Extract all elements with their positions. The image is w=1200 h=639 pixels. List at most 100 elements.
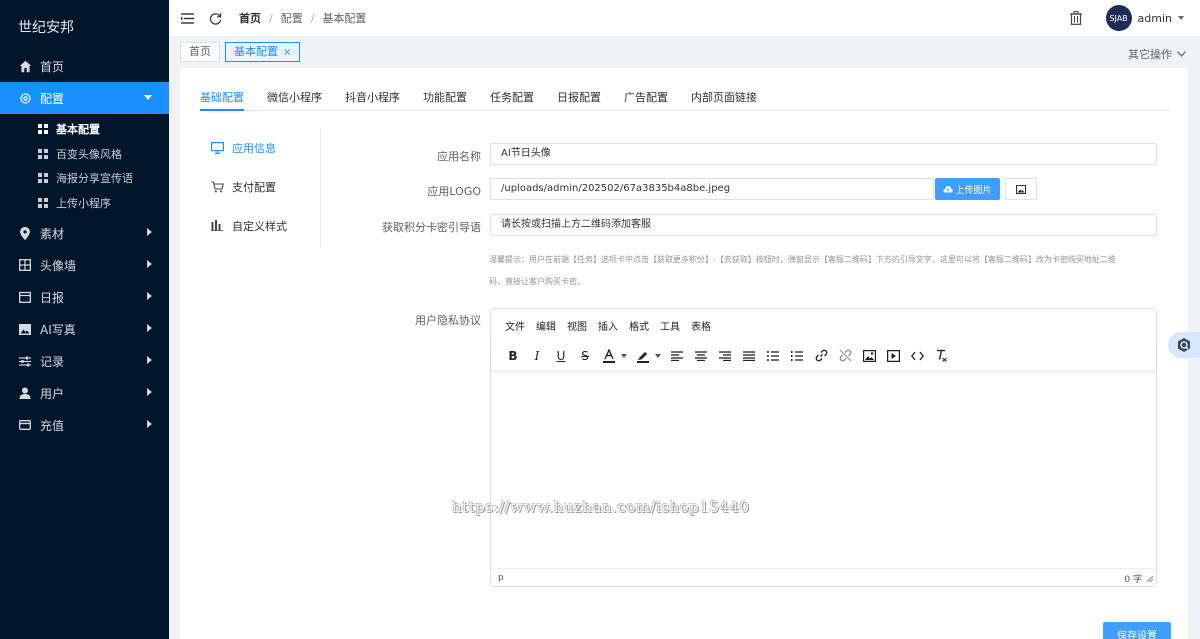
logo-path-input[interactable]: /uploads/admin/202502/67a3835b4a8be.jpeg [490,178,934,200]
tip-text-line2: 码，直接让客户购买卡密。 [489,277,585,286]
upload-image-button[interactable]: 上传图片 [935,178,1000,200]
rich-text-editor: 文件 编辑 视图 插入 格式 工具 表格 B I U S p 0 字 [490,308,1157,587]
sidebar-item-label: 配置 [40,91,65,106]
sidebar-item-label: 日报 [40,290,65,305]
sidebar-subitem-avatar-style[interactable]: 百变头像风格 [0,142,169,167]
chevron-down-icon[interactable] [655,353,661,358]
breadcrumb-home[interactable]: 首页 [239,10,261,26]
word-count: 0 字 [1124,575,1142,585]
link-icon[interactable] [811,346,831,366]
guide-text-label: 获取积分卡密引导语 [382,221,481,234]
tab-features[interactable]: 功能配置 [423,85,467,111]
sidenav-app-info[interactable]: 应用信息 [200,128,320,167]
underline-icon[interactable]: U [551,346,571,366]
menu-toggle-icon[interactable] [179,10,195,26]
floating-assistant-button[interactable] [1168,332,1200,358]
sidenav-custom-style[interactable]: 自定义样式 [200,206,320,245]
brand-title: 世纪安邦 [18,20,74,36]
grid-icon [38,173,48,184]
app-name-input[interactable]: AI节日头像 [490,143,1157,165]
sidebar-item-avatar-wall[interactable]: 头像墙 [0,249,169,281]
strikethrough-icon[interactable]: S [575,346,595,366]
text-color-icon[interactable] [599,346,619,366]
chevron-down-icon[interactable] [621,353,627,358]
sidebar-subitem-basic-config[interactable]: 基本配置 [0,117,169,142]
sidebar-item-users[interactable]: 用户 [0,377,169,409]
tab-basic[interactable]: 基础配置 [200,85,244,111]
tag-home[interactable]: 首页 [180,42,220,62]
sidebar-item-label: 记录 [40,354,65,369]
editor-menu-insert[interactable]: 插入 [598,318,618,333]
chevron-right-icon [147,260,152,268]
watermark-text: https://www.huzhan.com/ishop15440 [452,498,750,516]
sidebar-item-label: 充值 [40,418,65,433]
breadcrumb-current: 基本配置 [322,12,367,25]
align-justify-icon[interactable] [739,346,759,366]
sidenav-label: 支付配置 [232,180,276,194]
card-icon [18,418,32,432]
save-settings-button[interactable]: 保存设置 [1103,622,1171,639]
top-header: 首页 / 配置 / 基本配置 SJAB admin [169,0,1200,36]
sidebar-item-label: AI写真 [40,322,76,337]
editor-content-area[interactable] [491,371,1156,567]
chevron-down-icon [1177,51,1186,57]
tab-tasks[interactable]: 任务配置 [490,85,534,111]
editor-menu-view[interactable]: 视图 [567,318,587,333]
sidebar-subitem-label: 基本配置 [56,123,100,137]
editor-menu-edit[interactable]: 编辑 [536,318,556,333]
close-icon[interactable]: × [283,47,291,58]
tab-ads[interactable]: 广告配置 [624,85,668,111]
sidebar-subitem-upload-miniapp[interactable]: 上传小程序 [0,191,169,216]
tab-internal-links[interactable]: 内部页面链接 [691,85,757,111]
tab-wechat-miniapp[interactable]: 微信小程序 [267,85,322,111]
bullet-list-icon[interactable] [763,346,783,366]
chevron-right-icon [147,356,152,364]
sidebar-item-home[interactable]: 首页 [0,50,169,82]
sidebar-item-recharge[interactable]: 充值 [0,409,169,441]
tag-basic-config[interactable]: 基本配置 × [225,42,301,62]
image-icon [18,322,32,336]
sidebar-item-config[interactable]: 配置 [0,82,169,114]
unlink-icon[interactable] [835,346,855,366]
guide-text-input[interactable]: 请长按或扫描上方二维码添加客服 [490,214,1157,236]
breadcrumb-config[interactable]: 配置 [281,10,303,26]
bold-icon[interactable]: B [503,346,523,366]
resize-handle-icon[interactable] [1146,575,1153,582]
editor-menu-tools[interactable]: 工具 [660,318,680,333]
tab-douyin-miniapp[interactable]: 抖音小程序 [345,85,400,111]
editor-menu-table[interactable]: 表格 [691,318,711,333]
sidebar-subitem-poster-slogan[interactable]: 海报分享宣传语 [0,166,169,191]
tab-daily[interactable]: 日报配置 [557,85,601,111]
align-center-icon[interactable] [691,346,711,366]
chart-bars-icon [210,219,224,233]
grid-icon [38,148,48,159]
align-left-icon[interactable] [667,346,687,366]
refresh-icon[interactable] [207,10,223,26]
sidenav-payment[interactable]: 支付配置 [200,167,320,206]
username[interactable]: admin [1138,12,1172,25]
italic-icon[interactable]: I [527,346,547,366]
sidebar-item-daily[interactable]: 日报 [0,281,169,313]
element-path[interactable]: p [498,573,504,583]
highlight-color-icon[interactable] [633,346,653,366]
align-right-icon[interactable] [715,346,735,366]
sidebar-item-label: 头像墙 [40,258,77,273]
sliders-icon [18,354,32,368]
insert-image-icon[interactable] [859,346,879,366]
avatar[interactable]: SJAB [1105,5,1132,31]
tip-text-line1: 温馨提示：用户在前端【任务】选项卡中点击【获取更多积分】-【去获取】按钮时，弹窗… [489,255,1116,264]
sidebar-item-ai-photo[interactable]: AI写真 [0,313,169,345]
sidebar-item-records[interactable]: 记录 [0,345,169,377]
sidebar-item-material[interactable]: 素材 [0,217,169,249]
editor-menu-file[interactable]: 文件 [505,318,525,333]
numbered-list-icon[interactable] [787,346,807,366]
editor-menu-format[interactable]: 格式 [629,318,649,333]
preview-image-button[interactable] [1005,178,1037,200]
clear-format-icon[interactable] [931,346,951,366]
tag-label: 基本配置 [234,45,278,58]
trash-icon[interactable] [1069,11,1082,25]
code-icon[interactable] [907,346,927,366]
other-operations-dropdown[interactable]: 其它操作 [1128,46,1186,62]
chevron-down-icon[interactable] [1178,16,1184,20]
insert-media-icon[interactable] [883,346,903,366]
